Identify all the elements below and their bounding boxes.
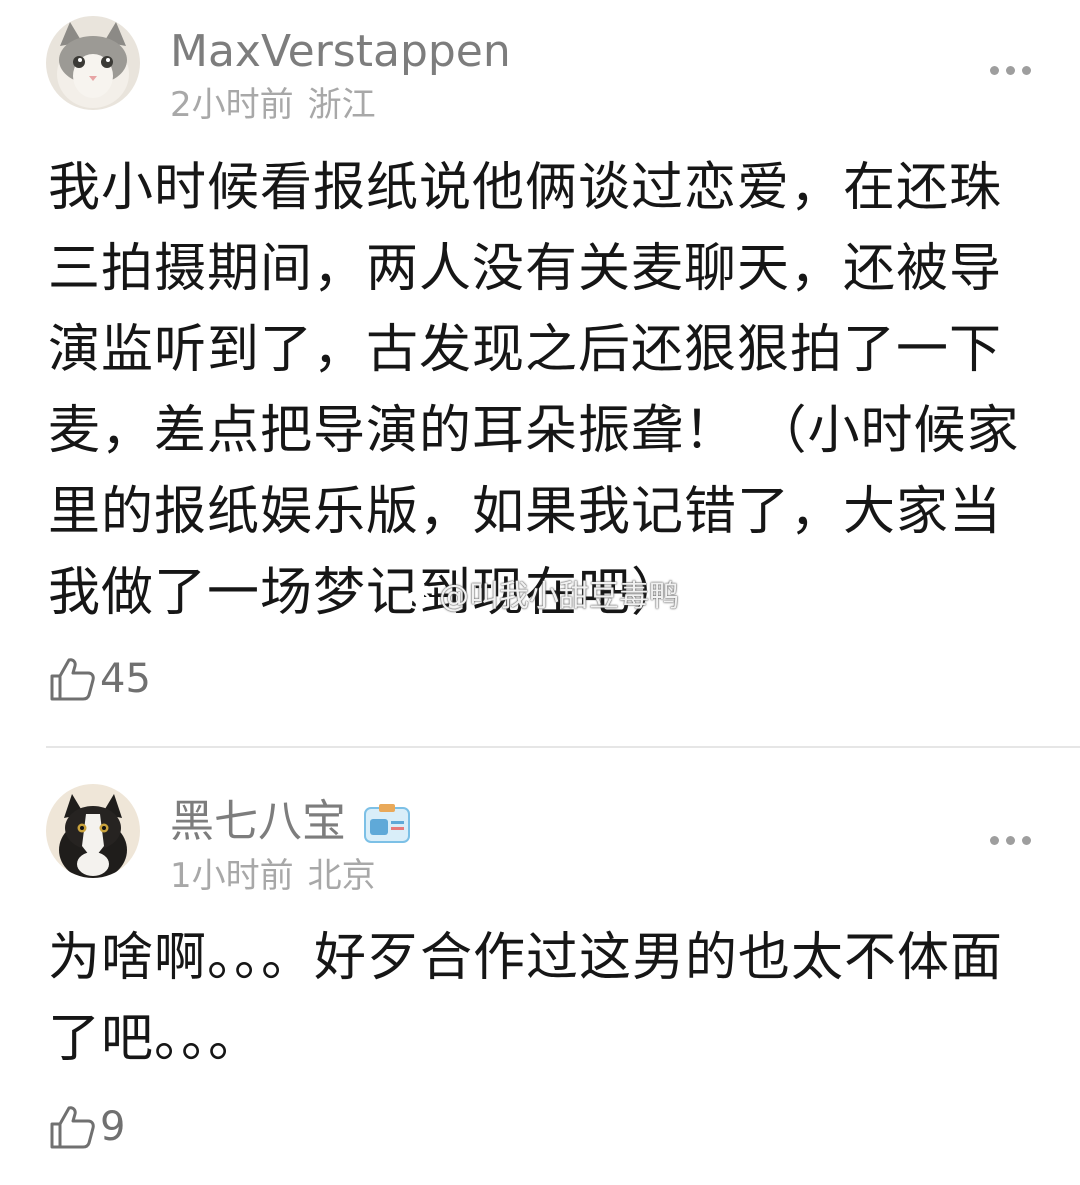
comment-text: 我小时候看报纸说他俩谈过恋爱，在还珠三拍摄期间，两人没有关麦聊天，还被导演监听到… bbox=[48, 158, 1020, 623]
cat-avatar-icon bbox=[46, 784, 140, 878]
comment-item: MaxVerstappen 2小时前 浙江 我小时候看报纸说他俩谈过恋爱，在还珠三… bbox=[0, 0, 1080, 745]
like-count: 9 bbox=[100, 1104, 126, 1150]
comment-item: 黑七八宝 1小时前 北京 为啥啊。。。好歹合作过这男的也太不体面了吧。。。 9 bbox=[0, 748, 1080, 1185]
cat-avatar-icon bbox=[46, 16, 140, 110]
like-count: 45 bbox=[100, 656, 151, 702]
like-button[interactable]: 45 bbox=[48, 656, 151, 702]
watermark: @叫我小甜豆毒鸭 bbox=[405, 582, 679, 612]
thumbs-up-icon bbox=[50, 1106, 95, 1149]
like-button[interactable]: 9 bbox=[48, 1104, 125, 1150]
comment-location: 浙江 bbox=[307, 85, 376, 125]
avatar[interactable] bbox=[46, 16, 140, 110]
comment-location: 北京 bbox=[307, 856, 376, 896]
comment-meta: 1小时前 北京 bbox=[170, 859, 376, 893]
more-options-icon[interactable] bbox=[990, 64, 1032, 76]
member-card-icon bbox=[364, 804, 410, 843]
more-options-icon[interactable] bbox=[990, 834, 1032, 846]
username[interactable]: 黑七八宝 bbox=[170, 800, 410, 844]
comment-meta: 2小时前 浙江 bbox=[170, 88, 376, 122]
weibo-logo-icon bbox=[405, 585, 435, 610]
comment-text: 为啥啊。。。好歹合作过这男的也太不体面了吧。。。 bbox=[48, 928, 1004, 1069]
username-text: 黑七八宝 bbox=[170, 796, 346, 847]
comment-time: 1小时前 bbox=[170, 856, 294, 896]
watermark-text: @叫我小甜豆毒鸭 bbox=[439, 579, 679, 614]
comment-time: 2小时前 bbox=[170, 85, 294, 125]
thumbs-up-icon bbox=[50, 658, 95, 701]
username[interactable]: MaxVerstappen bbox=[170, 30, 511, 74]
avatar[interactable] bbox=[46, 784, 140, 878]
